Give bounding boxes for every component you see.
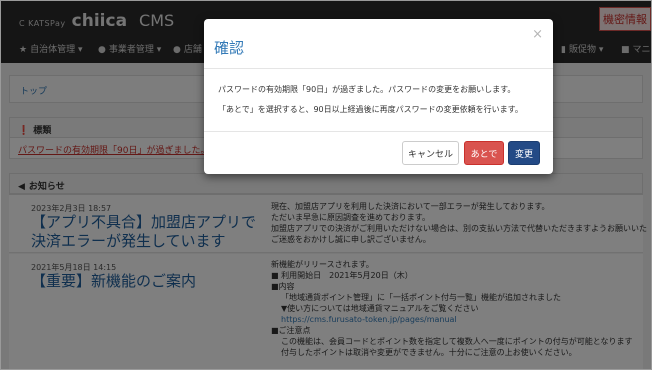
app-window: C KATSPay chiica CMS ★自治体管理 ▾ ●事業者管理 ▾ ●… bbox=[0, 0, 652, 370]
confirm-dialog: 確認 × パスワードの有効期限「90日」が過ぎました。パスワードの変更をお願いし… bbox=[204, 19, 553, 174]
change-password-button[interactable]: 変更 bbox=[508, 141, 540, 165]
cancel-button[interactable]: キャンセル bbox=[402, 141, 459, 165]
close-icon[interactable]: × bbox=[532, 27, 543, 42]
later-button[interactable]: あとで bbox=[464, 141, 504, 165]
dialog-footer: キャンセル あとで 変更 bbox=[204, 131, 553, 174]
dialog-title: 確認 bbox=[214, 39, 245, 57]
dialog-header: 確認 × bbox=[204, 19, 553, 69]
dialog-message: 「あとで」を選択すると、90日以上経過後に再度パスワードの変更依頼を行います。 bbox=[218, 105, 523, 114]
dialog-message: パスワードの有効期限「90日」が過ぎました。パスワードの変更をお願いします。 bbox=[218, 85, 516, 94]
dialog-body: パスワードの有効期限「90日」が過ぎました。パスワードの変更をお願いします。 「… bbox=[218, 80, 543, 120]
